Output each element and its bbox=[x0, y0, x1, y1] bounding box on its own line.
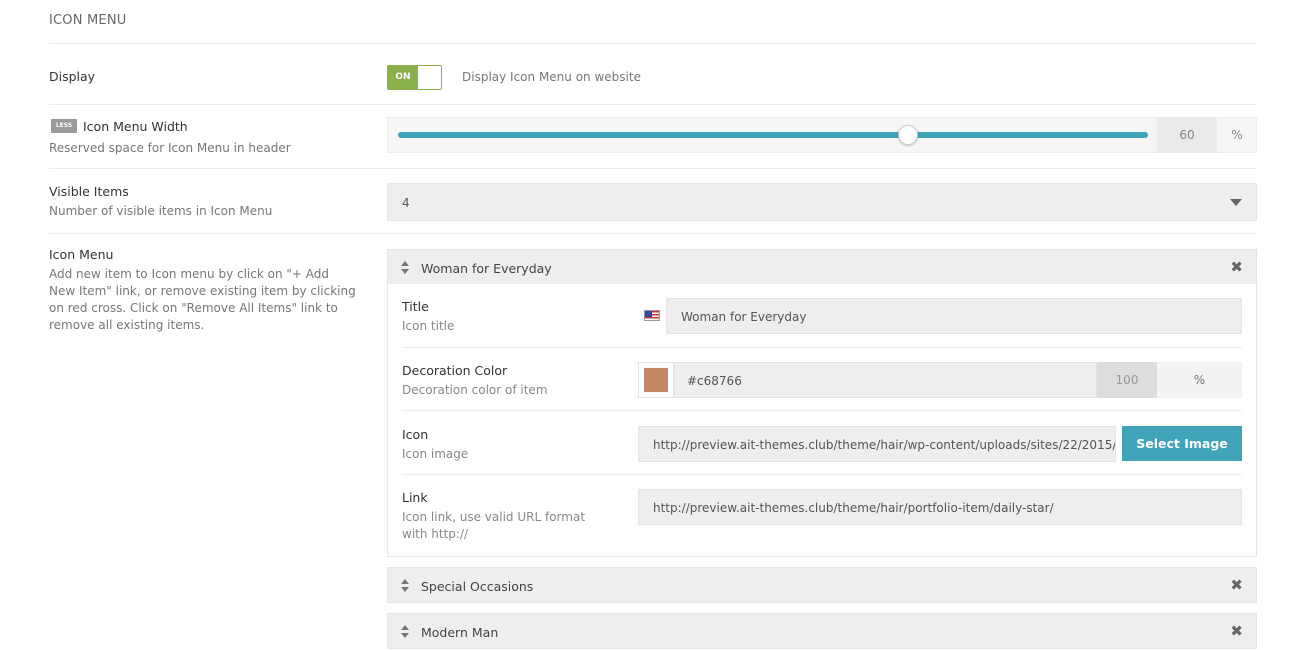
divider bbox=[49, 168, 1257, 169]
item-title: Special Occasions bbox=[421, 579, 534, 594]
icon-menu-help-4: remove all existing items. bbox=[49, 318, 205, 332]
item-title: Modern Man bbox=[421, 625, 499, 640]
display-toggle[interactable]: ON bbox=[387, 65, 442, 90]
width-help: Reserved space for Icon Menu in header bbox=[49, 141, 291, 155]
opacity-unit: % bbox=[1157, 362, 1242, 398]
color-field-help: Decoration color of item bbox=[402, 383, 548, 397]
visible-items-help: Number of visible items in Icon Menu bbox=[49, 204, 273, 218]
icon-menu-label: Icon Menu bbox=[49, 247, 114, 262]
close-icon[interactable]: ✖ bbox=[1230, 622, 1243, 640]
less-badge: LESS bbox=[51, 119, 77, 133]
icon-menu-help-3: on red cross. Click on "Remove All Items… bbox=[49, 301, 338, 315]
divider bbox=[402, 474, 1242, 475]
link-field-help-1: Icon link, use valid URL format bbox=[402, 510, 586, 524]
width-value[interactable]: 60 bbox=[1157, 117, 1217, 153]
chevron-down-icon bbox=[1230, 199, 1242, 206]
repeater-item-header[interactable]: Modern Man ✖ bbox=[387, 613, 1257, 649]
us-flag-icon[interactable] bbox=[638, 298, 666, 334]
width-unit: % bbox=[1231, 128, 1243, 142]
select-image-button[interactable]: Select Image bbox=[1122, 426, 1242, 461]
close-icon[interactable]: ✖ bbox=[1230, 576, 1243, 594]
swatch-fill bbox=[644, 368, 668, 392]
link-field-label: Link bbox=[402, 490, 428, 505]
sort-handle-icon[interactable] bbox=[400, 625, 410, 639]
visible-items-label: Visible Items bbox=[49, 184, 129, 199]
icon-url-input[interactable]: http://preview.ait-themes.club/theme/hai… bbox=[638, 426, 1116, 462]
repeater-item-header[interactable]: Special Occasions ✖ bbox=[387, 567, 1257, 603]
width-slider: 60 % bbox=[387, 117, 1257, 153]
icon-menu-help-2: New Item" link, or remove existing item … bbox=[49, 284, 356, 298]
repeater-item-header[interactable]: Woman for Everyday ✖ bbox=[387, 249, 1257, 285]
toggle-knob bbox=[419, 67, 440, 88]
divider bbox=[49, 43, 1257, 44]
close-icon[interactable]: ✖ bbox=[1230, 258, 1243, 276]
divider bbox=[49, 104, 1257, 105]
item-title: Woman for Everyday bbox=[421, 261, 552, 276]
sort-handle-icon[interactable] bbox=[400, 261, 410, 275]
icon-menu-help-1: Add new item to Icon menu by click on "+… bbox=[49, 267, 329, 281]
icon-field-help: Icon image bbox=[402, 447, 469, 461]
title-field-help: Icon title bbox=[402, 319, 455, 333]
visible-items-select[interactable]: 4 bbox=[387, 183, 1257, 221]
slider-handle[interactable] bbox=[898, 125, 918, 145]
display-label: Display bbox=[49, 69, 96, 84]
divider bbox=[49, 233, 1257, 234]
title-field-label: Title bbox=[402, 299, 429, 314]
color-swatch[interactable] bbox=[638, 362, 674, 398]
section-title: ICON MENU bbox=[49, 13, 127, 28]
color-field-label: Decoration Color bbox=[402, 363, 508, 378]
width-label: Icon Menu Width bbox=[83, 119, 188, 134]
link-input[interactable]: http://preview.ait-themes.club/theme/hai… bbox=[638, 489, 1242, 525]
opacity-input[interactable]: 100 bbox=[1097, 362, 1157, 398]
display-description: Display Icon Menu on website bbox=[462, 70, 641, 84]
divider bbox=[402, 347, 1242, 348]
title-input[interactable]: Woman for Everyday bbox=[666, 298, 1242, 334]
sort-handle-icon[interactable] bbox=[400, 579, 410, 593]
visible-items-value: 4 bbox=[402, 196, 410, 210]
toggle-on-label: ON bbox=[388, 66, 418, 89]
link-field-help-2: with http:// bbox=[402, 527, 469, 541]
icon-field-label: Icon bbox=[402, 427, 429, 442]
color-input[interactable]: #c68766 bbox=[674, 362, 1097, 398]
slider-track[interactable] bbox=[398, 132, 1148, 138]
divider bbox=[402, 410, 1242, 411]
